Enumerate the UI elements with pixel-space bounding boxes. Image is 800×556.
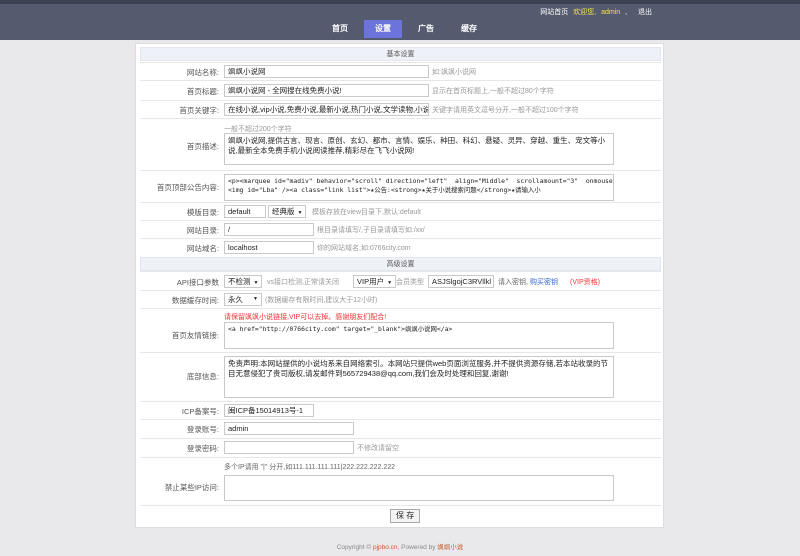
row-site-name: 网站名称: 飒飒小说网 如:飒飒小说网 xyxy=(140,62,661,79)
template-select[interactable]: 经典版 ▼ xyxy=(268,205,307,218)
main-nav: 首页 设置 广告 缓存 xyxy=(321,20,493,38)
site-home-link[interactable]: 网站首页 xyxy=(540,9,568,16)
notice-label: 首页顶部公告内容: xyxy=(156,183,219,192)
row-notice: 首页顶部公告内容: <p><marquee id="madiv" behavio… xyxy=(140,170,661,202)
friend-links-label: 首页友情链接: xyxy=(171,331,219,340)
home-title-label: 首页标题: xyxy=(186,87,219,96)
ban-ip-textarea[interactable] xyxy=(224,475,614,501)
top-links: 网站首页 欢迎您, admin , 退出 xyxy=(537,7,652,17)
settings-panel: 基本设置 网站名称: 飒飒小说网 如:飒飒小说网 首页标题: 飒飒小说网 - 全… xyxy=(135,43,664,528)
row-save: 保 存 xyxy=(140,505,661,525)
cache-time-select[interactable]: 永久 ▼ xyxy=(224,293,262,306)
friend-links-textarea[interactable]: <a href="http://0766city.com" target="_b… xyxy=(224,322,614,349)
api-key-input[interactable]: ASJSlgojC3RVllkl xyxy=(428,275,494,288)
tab-ads[interactable]: 广告 xyxy=(407,20,445,38)
template-hint: 模板存放在view目录下,默认:default xyxy=(312,209,421,216)
row-icp: ICP备案号: 闽ICP备15014913号-1 xyxy=(140,401,661,418)
api-key-hint: 请入密钥, xyxy=(498,279,528,286)
row-api: API接口参数 不检测 ▼ vs接口检测,正常请关闭 VIP用户 ▼ 会员类型 AS… xyxy=(140,271,661,290)
section-basic-title: 基本设置 xyxy=(140,47,661,61)
api-check-value: 不检测 xyxy=(228,277,251,286)
footer-info-label: 底部信息: xyxy=(186,372,219,381)
site-name-label: 网站名称: xyxy=(186,68,219,77)
home-title-input[interactable]: 飒飒小说网 - 全网搜在线免费小说! xyxy=(224,84,429,97)
api-check-select[interactable]: 不检测 ▼ xyxy=(224,275,263,288)
chevron-down-icon: ▼ xyxy=(253,296,258,302)
tab-home[interactable]: 首页 xyxy=(321,20,359,38)
template-input[interactable]: default xyxy=(224,205,266,218)
row-home-keywords: 首页关键字: 在线小说,vip小说,免费小说,最新小说,热门小说,文学读物,小说… xyxy=(140,100,661,117)
row-site-dir: 网站目录: / 根目录请填写/,子目录请填写如:/xx/ xyxy=(140,220,661,238)
row-friend-links: 请保留飒飒小说链接,VIP可以去掉。感谢朋友们配合! 首页友情链接: <a hr… xyxy=(140,308,661,351)
separator: , xyxy=(625,9,628,16)
login-pass-label: 登录密码: xyxy=(186,444,219,453)
page-footer: Copyright © pjpbo.cn, Powered by 飒飒小说 xyxy=(0,541,800,551)
login-user-label: 登录账号: xyxy=(186,425,219,434)
home-title-hint: 显示在首页标题上,一般不超过80个字符 xyxy=(432,88,554,95)
home-desc-textarea[interactable]: 飒飒小说网,提供古言、现言、原创、玄幻、都市、言情、娱乐、种田、科幻、悬疑、灵异… xyxy=(224,133,614,165)
cache-time-value: 永久 xyxy=(228,295,243,304)
chevron-down-icon: ▼ xyxy=(297,210,303,216)
powered-by-text: , Powered by xyxy=(397,544,438,551)
cache-time-label: 数据缓存时间: xyxy=(171,296,219,305)
copyright-prefix: Copyright © xyxy=(336,544,373,551)
friend-links-note: 请保留飒飒小说链接,VIP可以去掉。感谢朋友们配合! xyxy=(224,314,387,321)
chevron-down-icon: ▼ xyxy=(387,280,393,286)
login-user-input[interactable]: admin xyxy=(224,422,354,435)
template-label: 模版目录: xyxy=(186,208,219,217)
footer-info-textarea[interactable]: 免责声明:本网站提供的小说均系来自网络索引。本网站只提供web页面浏览服务,并不… xyxy=(224,356,614,398)
login-pass-input[interactable] xyxy=(224,441,354,454)
row-home-desc: 一般不超过200个字符 首页描述: 飒飒小说网,提供古言、现言、原创、玄幻、都市… xyxy=(140,118,661,169)
home-keywords-input[interactable]: 在线小说,vip小说,免费小说,最新小说,热门小说,文学读物,小说 xyxy=(224,103,429,116)
row-login-pass: 登录密码: 不修改请留空 xyxy=(140,438,661,456)
icp-label: ICP备案号: xyxy=(181,407,219,416)
tab-cache[interactable]: 缓存 xyxy=(450,20,488,38)
notice-textarea[interactable]: <p><marquee id="madiv" behavior="scroll"… xyxy=(224,174,614,201)
top-stripe xyxy=(0,0,800,4)
footer-site-link[interactable]: pjpbo.cn xyxy=(373,544,398,551)
home-keywords-hint: 关键字请用英文逗号分开,一般不超过100个字符 xyxy=(432,107,579,114)
row-ban-ip: 多个IP请用 "|" 分开,如111.111.111.111|222.222.2… xyxy=(140,457,661,504)
domain-input[interactable]: localhost xyxy=(224,241,314,254)
row-login-user: 登录账号: admin xyxy=(140,419,661,437)
api-user-type-value: VIP用户 xyxy=(357,277,385,286)
buy-key-link[interactable]: 购买密钥 xyxy=(530,277,558,287)
api-user-type-select[interactable]: VIP用户 ▼ xyxy=(353,275,397,288)
api-label: API接口参数 xyxy=(176,278,219,287)
api-check-hint: vs接口检测,正常请关闭 xyxy=(267,279,339,286)
current-user[interactable]: admin xyxy=(601,9,620,16)
ban-ip-hint: 多个IP请用 "|" 分开,如111.111.111.111|222.222.2… xyxy=(224,464,396,471)
login-pass-hint: 不修改请留空 xyxy=(357,445,399,452)
api-user-type-hint: 会员类型 xyxy=(396,279,424,286)
home-desc-label: 首页描述: xyxy=(186,142,219,151)
welcome-text: 欢迎您, xyxy=(573,9,597,16)
tab-settings[interactable]: 设置 xyxy=(364,20,402,38)
domain-hint: 你的网站域名,如:0766city.com xyxy=(317,245,411,252)
icp-input[interactable]: 闽ICP备15014913号-1 xyxy=(224,404,314,417)
cache-time-hint: (数据缓存有限时间,建议大于12小时) xyxy=(265,297,378,304)
row-domain: 网站域名: localhost 你的网站域名,如:0766city.com xyxy=(140,238,661,256)
ban-ip-label: 禁止某些IP访问: xyxy=(164,483,219,492)
template-select-value: 经典版 xyxy=(272,207,295,216)
home-keywords-label: 首页关键字: xyxy=(179,106,219,115)
logout-link[interactable]: 退出 xyxy=(638,9,652,16)
row-footer-info: 底部信息: 免责声明:本网站提供的小说均系来自网络索引。本网站只提供web页面浏… xyxy=(140,352,661,400)
domain-label: 网站域名: xyxy=(186,244,219,253)
save-button[interactable]: 保 存 xyxy=(390,509,421,523)
vip-qualification-link[interactable]: (VIP资格) xyxy=(570,277,600,287)
site-dir-label: 网站目录: xyxy=(186,226,219,235)
row-cache-time: 数据缓存时间: 永久 ▼ (数据缓存有限时间,建议大于12小时) xyxy=(140,290,661,307)
row-home-title: 首页标题: 飒飒小说网 - 全网搜在线免费小说! 显示在首页标题上,一般不超过8… xyxy=(140,80,661,99)
section-advanced-title: 高级设置 xyxy=(140,257,661,271)
footer-brand-link[interactable]: 飒飒小说 xyxy=(437,544,463,551)
row-template: 模版目录: default 经典版 ▼ 模板存放在view目录下,默认:defau… xyxy=(140,202,661,220)
chevron-down-icon: ▼ xyxy=(253,280,259,286)
site-name-input[interactable]: 飒飒小说网 xyxy=(224,65,429,78)
site-name-hint: 如:飒飒小说网 xyxy=(432,69,476,76)
site-dir-input[interactable]: / xyxy=(224,223,314,236)
site-dir-hint: 根目录请填写/,子目录请填写如:/xx/ xyxy=(317,227,425,234)
